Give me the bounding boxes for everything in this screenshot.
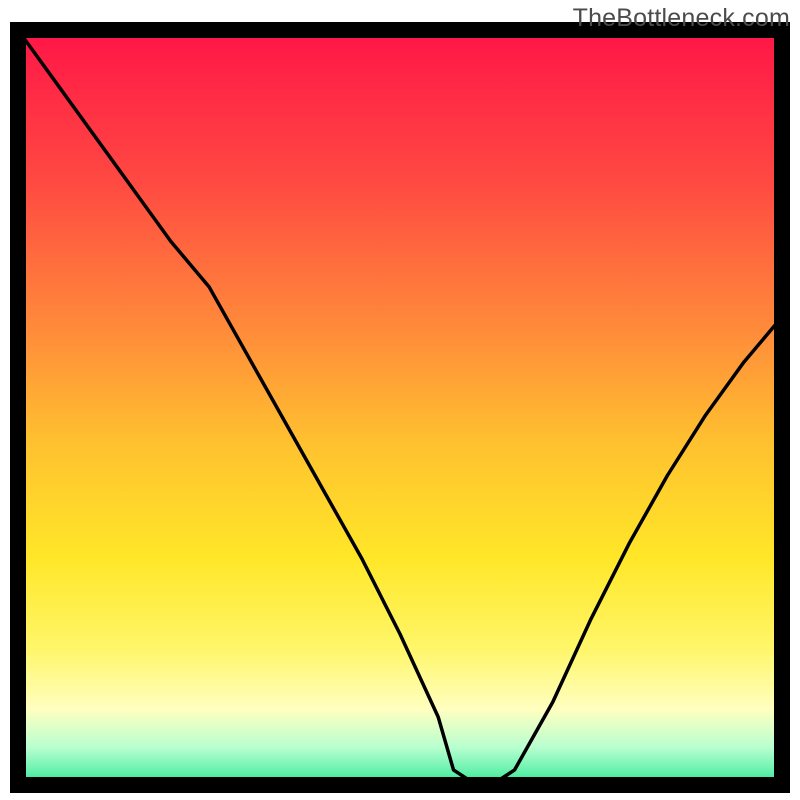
- gradient-background: [18, 30, 782, 785]
- watermark-text: TheBottleneck.com: [573, 4, 790, 33]
- bottleneck-chart: [0, 0, 800, 800]
- chart-container: TheBottleneck.com: [0, 0, 800, 800]
